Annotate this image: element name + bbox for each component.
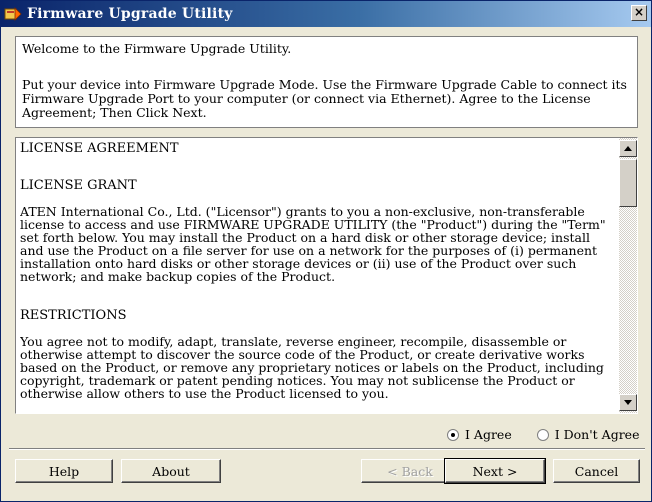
instructions-text: Put your device into Firmware Upgrade Mo… bbox=[22, 77, 627, 120]
license-heading: LICENSE AGREEMENT bbox=[20, 142, 179, 156]
radio-unselected-icon[interactable] bbox=[536, 428, 549, 441]
about-button[interactable]: About bbox=[121, 459, 221, 483]
close-button[interactable]: × bbox=[631, 5, 647, 21]
radio-selected-icon[interactable] bbox=[447, 428, 459, 441]
triangle-up-icon bbox=[624, 146, 632, 151]
separator bbox=[9, 448, 645, 450]
triangle-down-icon bbox=[624, 400, 632, 405]
scroll-up-button[interactable] bbox=[619, 140, 637, 157]
firmware-upgrade-window: Firmware Upgrade Utility × Welcome to th… bbox=[0, 0, 652, 502]
cancel-button[interactable]: Cancel bbox=[553, 459, 640, 483]
disagree-radio[interactable]: I Don't Agree bbox=[536, 427, 640, 442]
restrictions-text: You agree not to modify, adapt, translat… bbox=[20, 334, 604, 401]
welcome-text: Welcome to the Firmware Upgrade Utility. bbox=[22, 41, 292, 56]
license-text: LICENSE AGREEMENT LICENSE GRANT ATEN Int… bbox=[20, 142, 615, 410]
next-button[interactable]: Next > bbox=[444, 458, 546, 484]
restrictions-heading: RESTRICTIONS bbox=[20, 308, 127, 323]
disagree-label: I Don't Agree bbox=[554, 427, 640, 442]
welcome-panel: Welcome to the Firmware Upgrade Utility.… bbox=[15, 36, 638, 128]
scroll-down-button[interactable] bbox=[619, 394, 637, 411]
agree-label: I Agree bbox=[465, 427, 512, 442]
firmware-app-icon bbox=[4, 6, 22, 22]
agree-radio[interactable]: I Agree bbox=[447, 427, 512, 442]
agreement-options: I Agree I Don't Agree bbox=[447, 427, 639, 442]
scroll-thumb[interactable] bbox=[619, 159, 637, 207]
license-grant-text: ATEN International Co., Ltd. ("Licensor"… bbox=[20, 204, 606, 284]
license-grant-heading: LICENSE GRANT bbox=[20, 178, 137, 193]
license-scrollbar[interactable] bbox=[619, 138, 637, 413]
window-title: Firmware Upgrade Utility bbox=[27, 6, 233, 22]
title-bar[interactable]: Firmware Upgrade Utility × bbox=[1, 1, 651, 27]
license-box[interactable]: LICENSE AGREEMENT LICENSE GRANT ATEN Int… bbox=[15, 137, 638, 414]
help-button[interactable]: Help bbox=[15, 459, 113, 483]
